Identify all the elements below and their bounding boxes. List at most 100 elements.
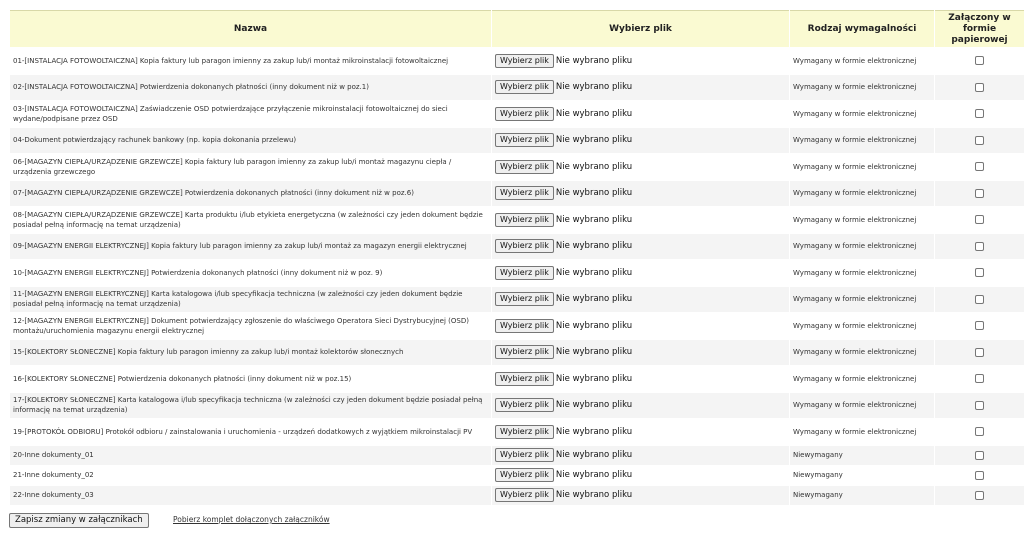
paper-attached-checkbox[interactable] [975, 215, 984, 225]
row-file-cell: Wybierz plik Nie wybrano pliku [492, 154, 789, 180]
paper-attached-checkbox[interactable] [975, 490, 984, 500]
row-file-cell: Wybierz plik Nie wybrano pliku [492, 366, 789, 392]
table-row: 20-Inne dokumenty_01 Wybierz plik Nie wyb… [10, 445, 1024, 465]
choose-file-button[interactable]: Wybierz plik [495, 106, 554, 121]
choose-file-button[interactable]: Wybierz plik [495, 239, 554, 254]
row-file-cell: Wybierz plik Nie wybrano pliku [492, 207, 789, 233]
paper-attached-checkbox[interactable] [975, 109, 984, 119]
paper-attached-checkbox[interactable] [975, 470, 984, 480]
row-name: 04-Dokument potwierdzający rachunek bank… [10, 127, 491, 153]
choose-file-button[interactable]: Wybierz plik [495, 318, 554, 333]
column-header-name: Nazwa [10, 10, 491, 47]
attachments-table: Nazwa Wybierz plik Rodzaj wymagalności Z… [9, 9, 1024, 506]
row-paper-cell [935, 48, 1024, 74]
row-requirement: Wymagany w formie elektronicznej [790, 233, 934, 259]
table-row: 11-[MAGAZYN ENERGII ELEKTRYCZNEJ] Karta … [10, 286, 1024, 312]
attachments-table-body: 01-[INSTALACJA FOTOWOLTAICZNA] Kopia fak… [10, 48, 1024, 505]
row-name: 01-[INSTALACJA FOTOWOLTAICZNA] Kopia fak… [10, 48, 491, 74]
row-file-cell: Wybierz plik Nie wybrano pliku [492, 101, 789, 127]
choose-file-button[interactable]: Wybierz plik [495, 159, 554, 174]
row-name: 11-[MAGAZYN ENERGII ELEKTRYCZNEJ] Karta … [10, 286, 491, 312]
row-name: 09-[MAGAZYN ENERGII ELEKTRYCZNEJ] Kopia … [10, 233, 491, 259]
row-file-cell: Wybierz plik Nie wybrano pliku [492, 286, 789, 312]
choose-file-button[interactable]: Wybierz plik [495, 488, 554, 502]
choose-file-button[interactable]: Wybierz plik [495, 398, 554, 413]
row-file-cell: Wybierz plik Nie wybrano pliku [492, 445, 789, 465]
file-status-text: Nie wybrano pliku [555, 373, 633, 384]
file-status-text: Nie wybrano pliku [555, 490, 633, 500]
row-requirement: Wymagany w formie elektronicznej [790, 154, 934, 180]
paper-attached-checkbox[interactable] [975, 427, 984, 437]
row-file-cell: Wybierz plik Nie wybrano pliku [492, 392, 789, 418]
paper-attached-checkbox[interactable] [975, 400, 984, 410]
attachments-section: Nazwa Wybierz plik Rodzaj wymagalności Z… [9, 9, 1024, 506]
table-row: 02-[INSTALACJA FOTOWOLTAICZNA] Potwierdz… [10, 74, 1024, 100]
file-status-text: Nie wybrano pliku [555, 294, 633, 305]
paper-attached-checkbox[interactable] [975, 294, 984, 304]
table-row: 04-Dokument potwierdzający rachunek bank… [10, 127, 1024, 153]
row-paper-cell [935, 101, 1024, 127]
row-file-cell: Wybierz plik Nie wybrano pliku [492, 74, 789, 100]
paper-attached-checkbox[interactable] [975, 241, 984, 251]
row-paper-cell [935, 207, 1024, 233]
file-status-text: Nie wybrano pliku [555, 470, 633, 480]
choose-file-button[interactable]: Wybierz plik [495, 212, 554, 227]
table-row: 10-[MAGAZYN ENERGII ELEKTRYCZNEJ] Potwie… [10, 260, 1024, 286]
file-status-text: Nie wybrano pliku [555, 214, 633, 225]
choose-file-button[interactable]: Wybierz plik [495, 133, 554, 148]
row-name: 02-[INSTALACJA FOTOWOLTAICZNA] Potwierdz… [10, 74, 491, 100]
file-status-text: Nie wybrano pliku [555, 82, 633, 93]
row-file-cell: Wybierz plik Nie wybrano pliku [492, 485, 789, 505]
file-status-text: Nie wybrano pliku [555, 400, 633, 411]
paper-attached-checkbox[interactable] [975, 374, 984, 384]
row-name: 17-[KOLEKTORY SŁONECZNE] Karta katalogow… [10, 392, 491, 418]
row-requirement: Wymagany w formie elektronicznej [790, 101, 934, 127]
paper-attached-checkbox[interactable] [975, 162, 984, 172]
file-status-text: Nie wybrano pliku [555, 108, 633, 119]
choose-file-button[interactable]: Wybierz plik [495, 80, 554, 95]
table-row: 17-[KOLEKTORY SŁONECZNE] Karta katalogow… [10, 392, 1024, 418]
row-name: 03-[INSTALACJA FOTOWOLTAICZNA] Zaświadcz… [10, 101, 491, 127]
file-status-text: Nie wybrano pliku [555, 161, 633, 172]
paper-attached-checkbox[interactable] [975, 188, 984, 198]
row-requirement: Wymagany w formie elektronicznej [790, 313, 934, 339]
row-paper-cell [935, 445, 1024, 465]
choose-file-button[interactable]: Wybierz plik [495, 53, 554, 68]
choose-file-button[interactable]: Wybierz plik [495, 345, 554, 360]
choose-file-button[interactable]: Wybierz plik [495, 186, 554, 201]
file-status-text: Nie wybrano pliku [555, 320, 633, 331]
choose-file-button[interactable]: Wybierz plik [495, 468, 554, 482]
choose-file-button[interactable]: Wybierz plik [495, 371, 554, 386]
row-name: 20-Inne dokumenty_01 [10, 445, 491, 465]
row-requirement: Wymagany w formie elektronicznej [790, 366, 934, 392]
paper-attached-checkbox[interactable] [975, 321, 984, 331]
row-file-cell: Wybierz plik Nie wybrano pliku [492, 233, 789, 259]
row-file-cell: Wybierz plik Nie wybrano pliku [492, 419, 789, 445]
table-row: 22-Inne dokumenty_03 Wybierz plik Nie wyb… [10, 485, 1024, 505]
row-paper-cell [935, 180, 1024, 206]
paper-attached-checkbox[interactable] [975, 347, 984, 357]
attachments-footer: Zapisz zmiany w załącznikach Pobierz kom… [9, 513, 1009, 528]
row-paper-cell [935, 260, 1024, 286]
file-status-text: Nie wybrano pliku [555, 55, 633, 66]
paper-attached-checkbox[interactable] [975, 450, 984, 460]
paper-attached-checkbox[interactable] [975, 135, 984, 145]
choose-file-button[interactable]: Wybierz plik [495, 448, 554, 462]
table-row: 06-[MAGAZYN CIEPŁA/URZĄDZENIE GRZEWCZE] … [10, 154, 1024, 180]
row-file-cell: Wybierz plik Nie wybrano pliku [492, 180, 789, 206]
choose-file-button[interactable]: Wybierz plik [495, 265, 554, 280]
row-requirement: Wymagany w formie elektronicznej [790, 260, 934, 286]
paper-attached-checkbox[interactable] [975, 82, 984, 92]
file-status-text: Nie wybrano pliku [555, 267, 633, 278]
save-attachments-button[interactable]: Zapisz zmiany w załącznikach [9, 513, 149, 528]
row-paper-cell [935, 154, 1024, 180]
paper-attached-checkbox[interactable] [975, 268, 984, 278]
row-name: 08-[MAGAZYN CIEPŁA/URZĄDZENIE GRZEWCZE] … [10, 207, 491, 233]
row-paper-cell [935, 485, 1024, 505]
file-status-text: Nie wybrano pliku [555, 450, 633, 460]
download-all-attachments-link[interactable]: Pobierz komplet dołączonych załączników [173, 515, 330, 524]
file-status-text: Nie wybrano pliku [555, 188, 633, 199]
choose-file-button[interactable]: Wybierz plik [495, 292, 554, 307]
choose-file-button[interactable]: Wybierz plik [495, 424, 554, 439]
paper-attached-checkbox[interactable] [975, 56, 984, 66]
